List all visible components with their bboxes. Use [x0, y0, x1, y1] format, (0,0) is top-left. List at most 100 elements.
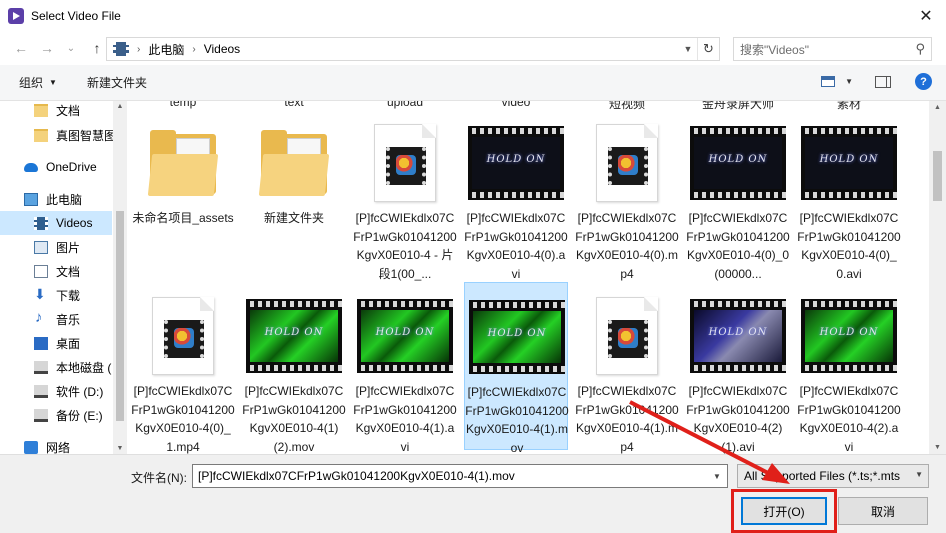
- video-logo-text: HOLD ON: [375, 327, 435, 338]
- chevron-down-icon: ▼: [49, 78, 57, 87]
- scrollbar-thumb[interactable]: [933, 151, 942, 201]
- file-item[interactable]: HOLD ON [P]fcCWIEkdlx07CFrP1wGk01041200Kg…: [797, 109, 901, 281]
- scroll-down-icon[interactable]: ▼: [929, 444, 946, 451]
- file-item[interactable]: [P]fcCWIEkdlx07CFrP1wGk01041200KgvX0E010…: [131, 282, 235, 454]
- scroll-up-icon[interactable]: ▲: [113, 103, 127, 110]
- file-item-label: 新建文件夹: [263, 211, 324, 225]
- file-view: temp text upload video 短视频 金舟录屏大师 素材 未命名项目_asse…: [127, 101, 930, 454]
- file-item[interactable]: [P]fcCWIEkdlx07CFrP1wGk01041200KgvX0E010…: [575, 109, 679, 281]
- file-item[interactable]: HOLD ON [P]fcCWIEkdlx07CFrP1wGk01041200Kg…: [464, 282, 569, 454]
- sidebar-item[interactable]: 下载: [0, 283, 112, 307]
- sidebar-item[interactable]: 网络: [0, 435, 112, 454]
- file-item-label: [P]fcCWIEkdlx07CFrP1wGk01041200KgvX0E010…: [575, 384, 679, 454]
- file-type-select[interactable]: All Supported Files (*.ts;*.mts ▼: [737, 464, 929, 488]
- scrollbar-thumb[interactable]: [116, 211, 124, 421]
- file-item-label[interactable]: video: [466, 101, 566, 109]
- network-icon: [24, 440, 38, 454]
- sidebar-scrollbar[interactable]: ▲ ▼: [113, 101, 127, 454]
- new-folder-label: 新建文件夹: [86, 76, 147, 90]
- search-icon: ⚲: [915, 41, 925, 56]
- sidebar-item-label: 桌面: [56, 336, 81, 351]
- sidebar-item[interactable]: 软件 (D:): [0, 379, 112, 403]
- help-icon[interactable]: ?: [915, 73, 932, 90]
- filename-label: 文件名(N):: [131, 471, 187, 485]
- video-logo-text: HOLD ON: [708, 154, 768, 165]
- video-logo-text: HOLD ON: [487, 328, 547, 339]
- window-title: Select Video File: [31, 8, 121, 23]
- sidebar-item[interactable]: 文档: [0, 259, 112, 283]
- file-item-label: [P]fcCWIEkdlx07CFrP1wGk01041200KgvX0E010…: [686, 211, 790, 281]
- breadcrumb-separator-icon: ›: [137, 43, 141, 55]
- file-type-value: All Supported Files (*.ts;*.mts: [744, 469, 901, 483]
- sidebar-item[interactable]: Videos: [0, 211, 112, 235]
- change-view-icon[interactable]: [821, 76, 836, 87]
- folder-item[interactable]: 新建文件夹: [242, 109, 346, 277]
- close-icon[interactable]: ✕: [914, 4, 938, 28]
- computer-icon: [24, 192, 38, 206]
- sidebar-item[interactable]: 此电脑: [0, 187, 112, 211]
- documents-icon: [34, 264, 48, 278]
- scroll-down-icon[interactable]: ▼: [113, 445, 127, 452]
- file-item[interactable]: HOLD ON [P]fcCWIEkdlx07CFrP1wGk01041200Kg…: [797, 282, 901, 454]
- forward-arrow-icon[interactable]: →: [36, 37, 58, 59]
- file-item-label: [P]fcCWIEkdlx07CFrP1wGk01041200KgvX0E010…: [464, 211, 568, 281]
- file-item-label: [P]fcCWIEkdlx07CFrP1wGk01041200KgvX0E010…: [242, 384, 346, 454]
- cancel-button[interactable]: 取消: [838, 497, 928, 525]
- sidebar-item-label: 软件 (D:): [56, 384, 104, 399]
- filename-combobox[interactable]: ▼: [192, 464, 728, 488]
- search-input[interactable]: 搜索"Videos" ⚲: [733, 37, 932, 61]
- recent-locations-chevron-icon[interactable]: ⌄: [60, 37, 82, 59]
- open-button[interactable]: 打开(O): [741, 497, 827, 525]
- sidebar-item-label: 音乐: [56, 312, 81, 327]
- refresh-icon[interactable]: ↻: [697, 38, 719, 60]
- file-item-label[interactable]: text: [244, 101, 344, 109]
- sidebar-item-label: 真图智慧图: [56, 128, 117, 143]
- file-item-label[interactable]: temp: [133, 101, 233, 109]
- onedrive-icon: [24, 162, 38, 172]
- file-item-label: [P]fcCWIEkdlx07CFrP1wGk01041200KgvX0E010…: [353, 384, 457, 454]
- file-item[interactable]: HOLD ON [P]fcCWIEkdlx07CFrP1wGk01041200Kg…: [353, 282, 457, 454]
- file-item[interactable]: [P]fcCWIEkdlx07CFrP1wGk01041200KgvX0E010…: [353, 109, 457, 281]
- folder-item[interactable]: 未命名项目_assets: [131, 109, 235, 277]
- view-options-chevron-icon[interactable]: ▼: [845, 77, 853, 86]
- breadcrumb-videos[interactable]: Videos: [204, 42, 240, 56]
- file-view-scrollbar[interactable]: ▲ ▼: [929, 101, 946, 454]
- drive-icon: [34, 408, 48, 422]
- video-logo-text: HOLD ON: [486, 154, 546, 165]
- sidebar-item[interactable]: 备份 (E:): [0, 403, 112, 427]
- filename-dropdown-icon[interactable]: ▼: [707, 465, 727, 487]
- video-file-icon: [353, 123, 457, 203]
- new-folder-button[interactable]: 新建文件夹: [87, 74, 147, 91]
- sidebar-item[interactable]: 音乐: [0, 307, 112, 331]
- sidebar-item[interactable]: 本地磁盘 (: [0, 355, 112, 379]
- file-item-label: [P]fcCWIEkdlx07CFrP1wGk01041200KgvX0E010…: [353, 211, 457, 281]
- breadcrumb-this-pc[interactable]: 此电脑: [148, 41, 184, 58]
- address-bar[interactable]: › 此电脑 › Videos ▼ ↻: [106, 37, 720, 61]
- scroll-up-icon[interactable]: ▲: [929, 104, 946, 111]
- sidebar-item[interactable]: 文档: [0, 101, 112, 122]
- preview-pane-icon[interactable]: [875, 75, 891, 88]
- chevron-down-icon: ▼: [915, 470, 923, 479]
- sidebar-item[interactable]: 桌面: [0, 331, 112, 355]
- video-thumbnail: HOLD ON: [464, 123, 568, 203]
- sidebar-item-label: 本地磁盘 (: [56, 360, 112, 375]
- file-item[interactable]: HOLD ON [P]fcCWIEkdlx07CFrP1wGk01041200Kg…: [242, 282, 346, 454]
- back-arrow-icon[interactable]: ←: [10, 37, 32, 59]
- file-item[interactable]: [P]fcCWIEkdlx07CFrP1wGk01041200KgvX0E010…: [575, 282, 679, 454]
- sidebar-item[interactable]: 真图智慧图: [0, 123, 116, 147]
- sidebar-item[interactable]: 图片: [0, 235, 112, 259]
- file-item-label[interactable]: upload: [355, 101, 455, 109]
- address-dropdown-icon[interactable]: ▼: [679, 44, 697, 54]
- file-item-label: [P]fcCWIEkdlx07CFrP1wGk01041200KgvX0E010…: [686, 384, 790, 454]
- filename-input[interactable]: [193, 469, 703, 483]
- organize-menu[interactable]: 组织 ▼: [19, 74, 57, 91]
- sidebar-item-label: 图片: [56, 240, 81, 255]
- command-bar: 组织 ▼ 新建文件夹 ▼ ?: [0, 65, 946, 101]
- video-thumbnail: HOLD ON: [797, 296, 901, 376]
- sidebar-item[interactable]: OneDrive: [0, 155, 112, 179]
- up-arrow-icon[interactable]: ↑: [86, 37, 108, 59]
- file-item[interactable]: HOLD ON [P]fcCWIEkdlx07CFrP1wGk01041200Kg…: [686, 109, 790, 281]
- music-icon: [34, 309, 48, 326]
- file-item[interactable]: HOLD ON [P]fcCWIEkdlx07CFrP1wGk01041200Kg…: [686, 282, 790, 454]
- file-item[interactable]: HOLD ON [P]fcCWIEkdlx07CFrP1wGk01041200Kg…: [464, 109, 568, 281]
